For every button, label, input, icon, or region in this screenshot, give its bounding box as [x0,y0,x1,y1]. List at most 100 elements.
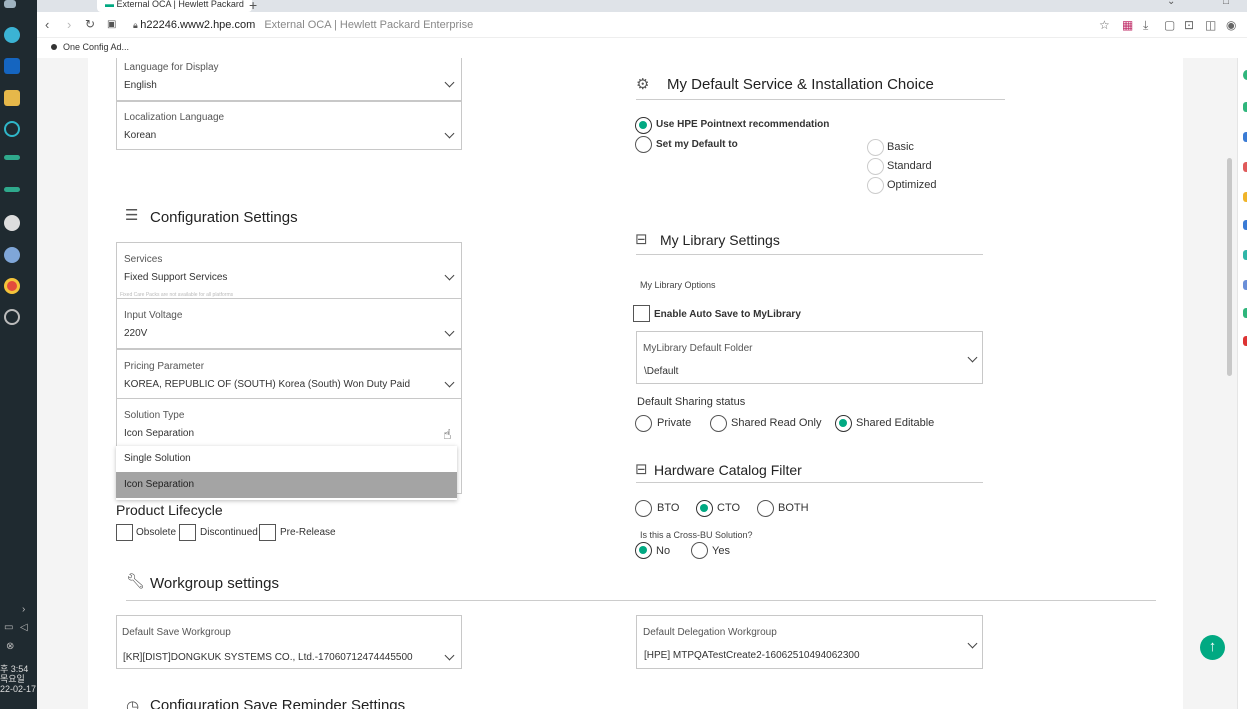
terminal-icon[interactable] [4,155,20,160]
shared-read-radio[interactable] [710,415,727,432]
windows-taskbar: › ▭ ◁ 후 3:54 목요일 22-02-17 ⊗ [0,0,37,709]
start-icon[interactable] [4,0,16,8]
library-folder-dropdown[interactable]: MyLibrary Default Folder \Default [636,331,983,384]
option-icon-separation[interactable]: Icon Separation [116,472,457,498]
service-choice-title: My Default Service & Installation Choice [667,76,934,93]
bookmark-dot-icon [51,44,57,50]
explorer-icon[interactable] [4,90,20,106]
standard-radio[interactable] [867,158,884,175]
option-single-solution[interactable]: Single Solution [116,446,457,472]
side-panel-icon[interactable] [1243,280,1247,290]
prerelease-checkbox[interactable] [259,524,276,541]
bookmark-one-config[interactable]: One Config Ad... [51,42,129,52]
side-panel-icon[interactable] [1243,250,1247,260]
help-icon[interactable] [4,215,20,231]
services-dropdown[interactable]: Services Fixed Support Services Fixed Ca… [116,242,462,299]
set-default-radio[interactable] [635,136,652,153]
tab-favicon-icon: ▬ [105,0,117,9]
discontinued-checkbox[interactable] [179,524,196,541]
screenshot-icon[interactable]: ⊡ [1184,18,1194,32]
settings-icon[interactable] [4,309,20,325]
private-radio[interactable] [635,415,652,432]
chevron-down-icon [444,128,455,139]
favorite-star-icon[interactable]: ☆ [1099,18,1110,32]
notification-icon[interactable]: ⊗ [6,641,14,652]
cross-bu-no-label: No [656,545,671,557]
chevron-down-icon [444,326,455,337]
profile-icon[interactable]: ◉ [1226,18,1236,32]
clock-date: 22-02-17 [0,684,37,694]
chevron-down-icon [444,650,455,661]
url-title: External OCA | Hewlett Packard Enterpris… [264,19,474,31]
basic-radio[interactable] [867,139,884,156]
terminal2-icon[interactable] [4,187,20,192]
chevron-down-icon [967,638,978,649]
cross-bu-yes-radio[interactable] [691,542,708,559]
bto-radio[interactable] [635,500,652,517]
cross-bu-no-radio[interactable] [635,542,652,559]
taskbar-clock[interactable]: 후 3:54 목요일 22-02-17 [0,664,37,694]
obsolete-checkbox[interactable] [116,524,133,541]
reader-icon[interactable]: ▣ [107,19,116,30]
forward-icon[interactable]: › [67,17,71,32]
private-label: Private [657,417,692,429]
reminder-settings-title: Configuration Save Reminder Settings [150,697,406,709]
default-delegation-workgroup-value: [HPE] MTPQATestCreate2-16062510494062300 [644,650,860,661]
outlook-icon[interactable] [4,58,20,74]
scroll-to-top-button[interactable]: ↑ [1200,635,1225,660]
arrow-up-icon: ↑ [1208,638,1217,655]
cloud-icon[interactable] [4,247,20,263]
clock-time: 후 3:54 [0,664,29,674]
page-scrollbar[interactable] [1227,158,1232,376]
tab-list-chevron-icon[interactable]: ⌄ [1167,0,1175,7]
cto-label: CTO [717,502,741,514]
pricing-parameter-dropdown[interactable]: Pricing Parameter KOREA, REPUBLIC OF (SO… [116,349,462,399]
app-icon[interactable] [4,121,20,137]
localization-language-label: Localization Language [124,112,225,123]
input-voltage-value: 220V [124,328,148,339]
side-panel-icon[interactable] [1243,70,1247,80]
side-panel-icon[interactable] [1243,336,1247,346]
shared-edit-radio[interactable] [835,415,852,432]
side-panel-icon[interactable] [1243,308,1247,318]
both-radio[interactable] [757,500,774,517]
edge-side-panel [1237,58,1247,709]
sidebar-toggle-icon[interactable]: ◫ [1205,18,1216,32]
localization-language-dropdown[interactable]: Localization Language Korean [116,101,462,150]
extension-icon[interactable]: ▦ [1122,18,1133,32]
pricing-parameter-label: Pricing Parameter [124,361,205,372]
maximize-icon[interactable]: □ [1223,0,1229,7]
optimized-radio[interactable] [867,177,884,194]
chrome-icon[interactable] [4,278,20,294]
obsolete-label: Obsolete [136,527,177,538]
service-choice-divider [636,99,1005,100]
autosave-checkbox[interactable] [633,305,650,322]
side-panel-icon[interactable] [1243,132,1247,142]
volume-icon[interactable]: ◁ [20,622,28,633]
download-icon[interactable]: ⤓ [1143,18,1148,33]
cto-radio[interactable] [696,500,713,517]
chevron-down-icon [444,377,455,388]
back-icon[interactable]: ‹ [45,17,49,32]
default-save-workgroup-dropdown[interactable]: Default Save Workgroup [KR][DIST]DONGKUK… [116,615,462,669]
input-voltage-dropdown[interactable]: Input Voltage 220V [116,299,462,349]
sharing-status-label: Default Sharing status [637,396,746,408]
network-icon[interactable]: ▭ [4,622,13,633]
chevron-down-icon [967,352,978,363]
collections-icon[interactable]: ▢ [1164,18,1175,32]
side-panel-icon[interactable] [1243,162,1247,172]
url-field[interactable]: 🔒︎ h22246.www2.hpe.com External OCA | He… [133,19,473,31]
catalog-filter-title: Hardware Catalog Filter [654,462,802,478]
edge-icon[interactable] [4,27,20,43]
side-panel-icon[interactable] [1243,192,1247,202]
language-display-dropdown[interactable]: Language for Display English [116,58,462,101]
library-settings-title: My Library Settings [660,232,780,248]
reload-icon[interactable]: ↻ [85,17,95,31]
use-hpe-radio[interactable] [635,117,652,134]
side-panel-icon[interactable] [1243,220,1247,230]
default-delegation-workgroup-label: Default Delegation Workgroup [643,627,777,638]
expand-tray-icon[interactable]: › [22,604,25,615]
default-delegation-workgroup-dropdown[interactable]: Default Delegation Workgroup [HPE] MTPQA… [636,615,983,669]
tab-external-oca[interactable]: ▬ External OCA | Hewlett Packard [97,0,252,12]
side-panel-icon[interactable] [1243,102,1247,112]
